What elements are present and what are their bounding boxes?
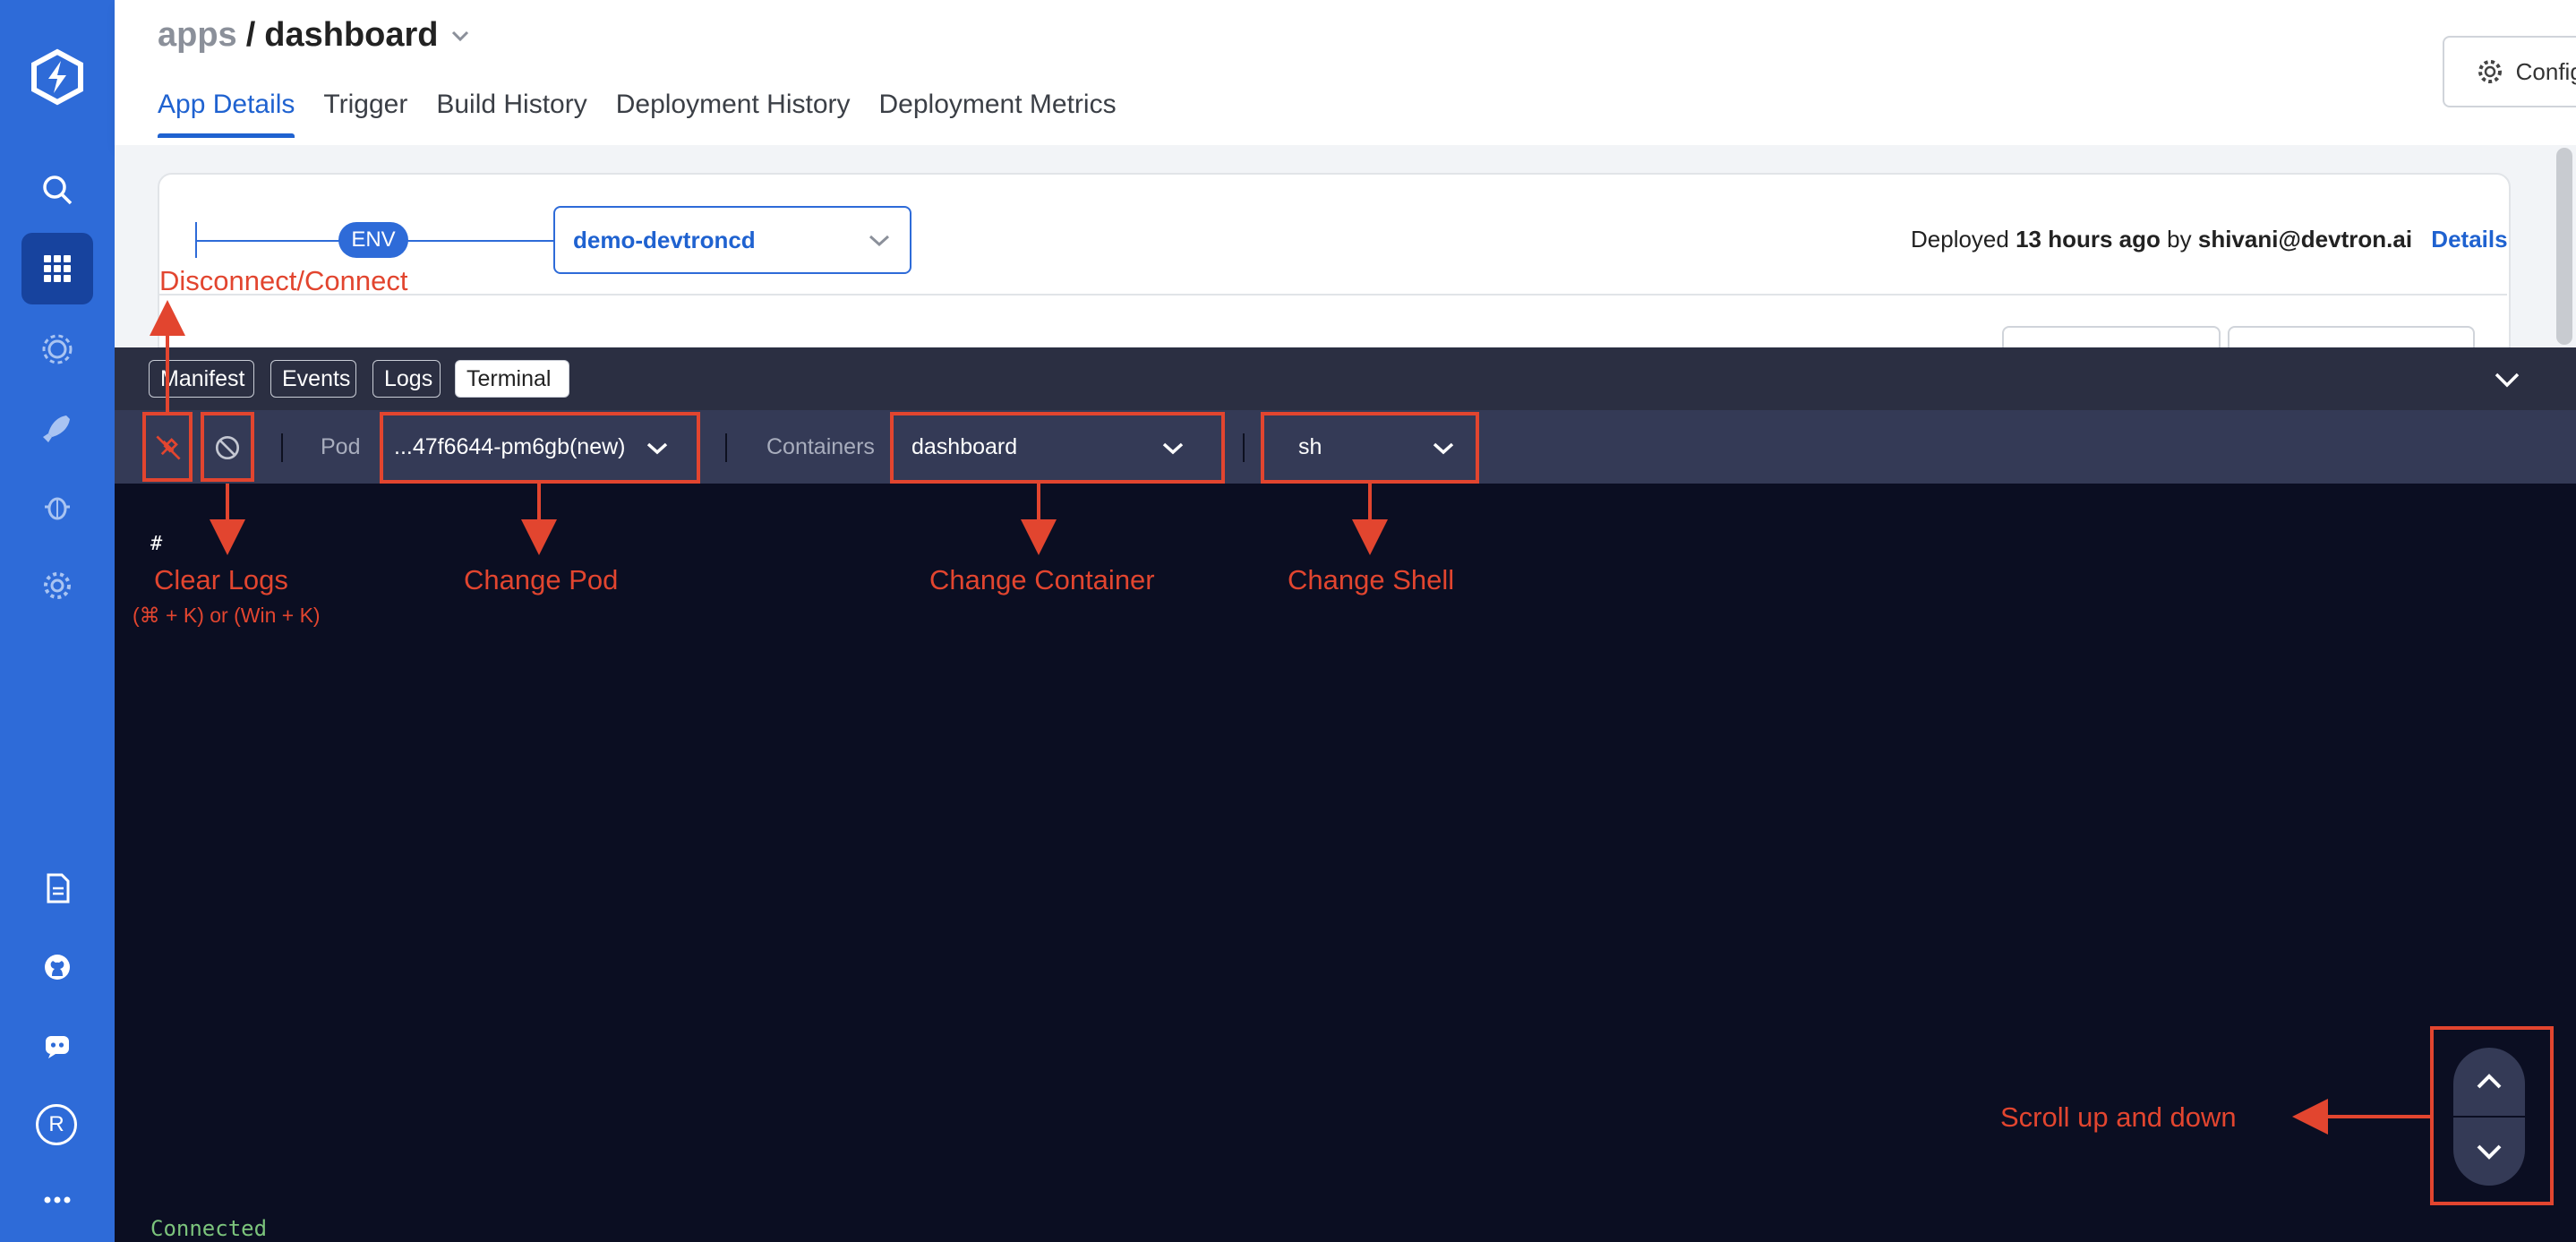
deployed-user: shivani@devtron.ai xyxy=(2197,226,2413,253)
pod-label: Pod xyxy=(321,434,361,459)
avatar[interactable]: R xyxy=(36,1104,77,1145)
breadcrumb-separator: / xyxy=(245,16,256,54)
configure-button[interactable]: Configure xyxy=(2443,36,2576,107)
deployed-time: 13 hours ago xyxy=(2015,226,2161,253)
tab-build-history[interactable]: Build History xyxy=(436,90,586,138)
tab-deployment-metrics[interactable]: Deployment Metrics xyxy=(879,90,1117,138)
separator xyxy=(725,433,727,462)
annotation-box-container xyxy=(890,412,1225,484)
annotation-clear-logs: Clear Logs xyxy=(154,564,288,595)
card-divider xyxy=(158,294,2507,296)
settings-gear-icon[interactable] xyxy=(21,550,93,621)
security-bug-icon[interactable] xyxy=(21,471,93,543)
app-header: apps / dashboard App Details Trigger Bui… xyxy=(115,0,2576,146)
tab-terminal[interactable]: Terminal xyxy=(455,360,569,398)
configure-label: Configure xyxy=(2515,57,2576,85)
annotation-box-clear xyxy=(201,412,254,482)
more-options-icon[interactable] xyxy=(21,1164,93,1236)
sidebar: R xyxy=(0,0,115,1242)
containers-label: Containers xyxy=(766,434,875,459)
environment-select[interactable]: demo-devtroncd xyxy=(553,206,911,274)
deployed-prefix: Deployed xyxy=(1911,226,2009,253)
annotation-box-scroll xyxy=(2430,1026,2554,1205)
details-link[interactable]: Details xyxy=(2431,226,2507,253)
annotation-change-pod: Change Pod xyxy=(464,564,619,595)
tab-trigger[interactable]: Trigger xyxy=(323,90,407,138)
breadcrumb-apps[interactable]: apps xyxy=(158,16,237,55)
app-tabs: App Details Trigger Build History Deploy… xyxy=(158,90,1117,138)
env-pill: ENV xyxy=(338,222,408,258)
documentation-icon[interactable] xyxy=(21,852,93,924)
gear-icon xyxy=(2478,60,2502,83)
deployed-by-word: by xyxy=(2167,226,2192,253)
deployment-info: Deployed 13 hours ago by shivani@devtron… xyxy=(1911,226,2508,253)
separator xyxy=(281,433,283,462)
annotation-box-disconnect xyxy=(142,412,193,482)
annotation-change-container: Change Container xyxy=(929,564,1155,595)
chart-store-icon[interactable] xyxy=(21,313,93,385)
separator xyxy=(1243,433,1245,462)
github-icon[interactable] xyxy=(21,931,93,1003)
tab-manifest[interactable]: Manifest xyxy=(149,360,254,398)
search-icon[interactable] xyxy=(21,154,93,226)
devtron-logo-icon[interactable] xyxy=(29,48,86,106)
collapse-chevron-icon[interactable] xyxy=(2489,362,2525,398)
connection-status: Connected xyxy=(150,1216,268,1241)
annotation-disconnect: Disconnect/Connect xyxy=(159,265,408,296)
environment-value: demo-devtroncd xyxy=(573,226,756,253)
annotation-change-shell: Change Shell xyxy=(1288,564,1455,595)
annotation-box-shell xyxy=(1261,412,1479,484)
discord-icon[interactable] xyxy=(21,1010,93,1082)
apps-grid-icon[interactable] xyxy=(21,233,93,304)
deploy-rocket-icon[interactable] xyxy=(21,392,93,464)
tab-deployment-history[interactable]: Deployment History xyxy=(616,90,851,138)
chevron-down-icon[interactable] xyxy=(448,23,473,48)
page-scrollbar[interactable] xyxy=(2556,148,2572,345)
annotation-clear-logs-shortcut: (⌘ + K) or (Win + K) xyxy=(133,604,321,627)
tab-app-details[interactable]: App Details xyxy=(158,90,295,138)
breadcrumb-app-name[interactable]: dashboard xyxy=(264,16,438,55)
annotation-scroll: Scroll up and down xyxy=(2000,1101,2237,1133)
terminal-prompt: # xyxy=(150,533,163,555)
annotation-box-pod xyxy=(380,412,700,484)
chevron-down-icon xyxy=(869,235,890,247)
tab-events[interactable]: Events xyxy=(270,360,356,398)
tab-logs[interactable]: Logs xyxy=(372,360,441,398)
breadcrumb: apps / dashboard xyxy=(158,16,473,55)
